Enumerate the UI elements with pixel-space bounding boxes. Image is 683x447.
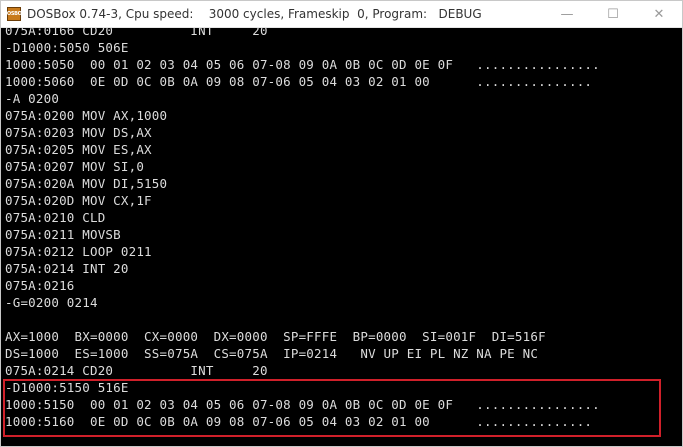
terminal-line: 075A:0212 LOOP 0211: [5, 244, 152, 259]
dosbox-window: DOSBOX DOSBox 0.74-3, Cpu speed: 3000 cy…: [0, 0, 683, 447]
terminal-screen[interactable]: 075A:0166 CD20 INT 20 -D1000:5050 506E 1…: [1, 28, 682, 446]
terminal-line: 075A:0214 INT 20: [5, 261, 129, 276]
minimize-button[interactable]: —: [544, 1, 590, 27]
highlight-annotation-box: [3, 379, 661, 437]
terminal-line: 075A:020D MOV CX,1F: [5, 193, 152, 208]
terminal-line: 075A:0200 MOV AX,1000: [5, 108, 168, 123]
terminal-line: 075A:0210 CLD: [5, 210, 106, 225]
terminal-line: 1000:5060 0E 0D 0C 0B 0A 09 08 07-06 05 …: [5, 74, 593, 89]
register-line: AX=1000 BX=0000 CX=0000 DX=0000 SP=FFFE …: [5, 329, 546, 344]
terminal-line: -D1000:5050 506E: [5, 40, 129, 55]
terminal-line: 075A:0203 MOV DS,AX: [5, 125, 152, 140]
terminal-line: 075A:0214 CD20 INT 20: [5, 363, 268, 378]
close-icon: ✕: [653, 6, 665, 22]
title-bar[interactable]: DOSBOX DOSBox 0.74-3, Cpu speed: 3000 cy…: [1, 1, 682, 28]
terminal-line: -A 0200: [5, 91, 60, 106]
terminal-line: 075A:0166 CD20 INT 20: [5, 28, 268, 38]
terminal-line: 075A:0211 MOVSB: [5, 227, 121, 242]
terminal-line: 075A:0216: [5, 278, 75, 293]
terminal-line: 075A:020A MOV DI,5150: [5, 176, 168, 191]
close-button[interactable]: ✕: [636, 1, 682, 27]
maximize-icon: ☐: [607, 6, 619, 22]
register-line: DS=1000 ES=1000 SS=075A CS=075A IP=0214 …: [5, 346, 539, 361]
dosbox-app-icon: DOSBOX: [3, 7, 25, 21]
maximize-button[interactable]: ☐: [590, 1, 636, 27]
app-icon-text: DOSBOX: [3, 10, 25, 17]
window-title: DOSBox 0.74-3, Cpu speed: 3000 cycles, F…: [27, 7, 482, 21]
terminal-line: 1000:5050 00 01 02 03 04 05 06 07-08 09 …: [5, 57, 600, 72]
terminal-line: -G=0200 0214: [5, 295, 98, 310]
terminal-line: 075A:0205 MOV ES,AX: [5, 142, 152, 157]
terminal-line: 075A:0207 MOV SI,0: [5, 159, 145, 174]
window-controls: — ☐ ✕: [544, 1, 682, 27]
minimize-icon: —: [560, 6, 574, 22]
